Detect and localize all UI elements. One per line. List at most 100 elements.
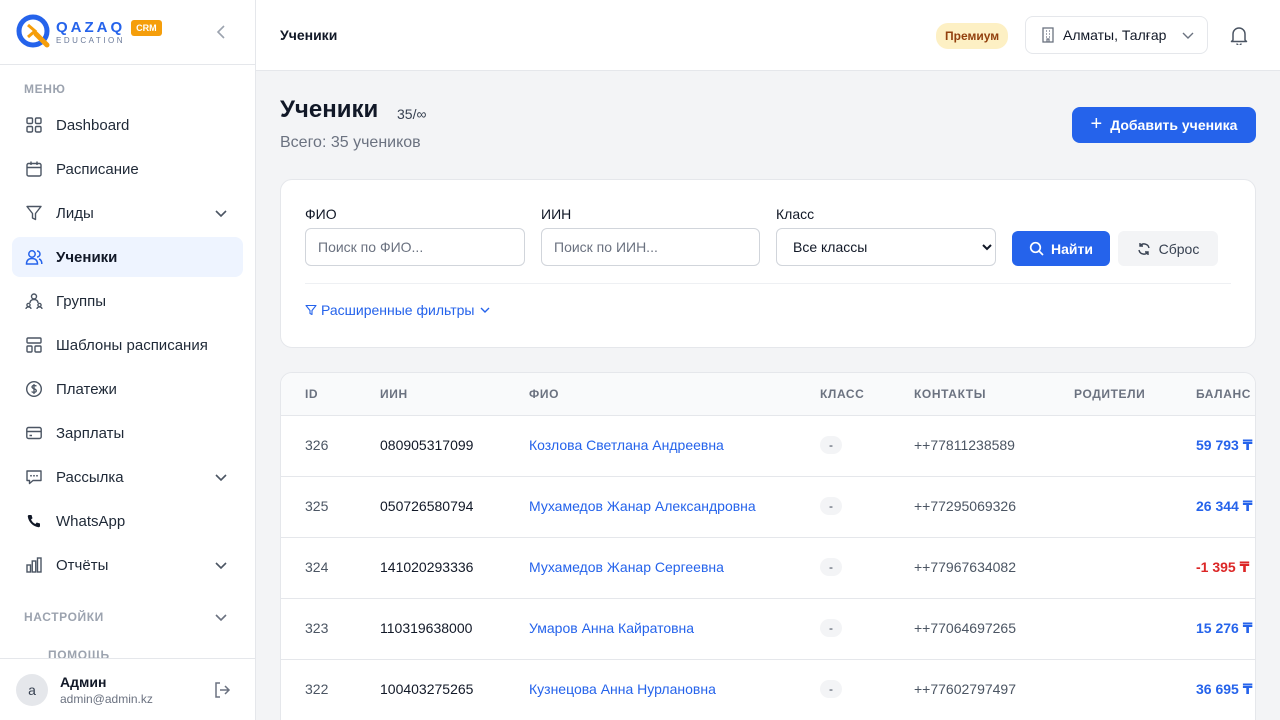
reset-label: Сброс — [1158, 240, 1200, 257]
building-icon — [1040, 27, 1056, 43]
find-button[interactable]: Найти — [1012, 231, 1110, 266]
sidebar-item-group[interactable]: Группы — [12, 281, 243, 321]
group-icon — [24, 291, 44, 311]
advanced-filters-label: Расширенные фильтры — [321, 302, 475, 318]
sidebar-item-phone[interactable]: WhatsApp — [12, 501, 243, 541]
collapse-sidebar-button[interactable] — [211, 22, 231, 42]
sidebar-item-calendar[interactable]: Расписание — [12, 149, 243, 189]
chevron-down-icon — [211, 467, 231, 487]
column-header[interactable]: КЛАСС — [820, 387, 864, 401]
sidebar-item-label: Ученики — [56, 248, 118, 266]
student-name-link[interactable]: Козлова Светлана Андреевна — [529, 437, 724, 453]
sidebar-item-chart[interactable]: Отчёты — [12, 545, 243, 585]
fio-search-input[interactable] — [305, 228, 525, 266]
sidebar-item-dollar[interactable]: Платежи — [12, 369, 243, 409]
advanced-filters-toggle[interactable]: Расширенные фильтры — [305, 302, 491, 318]
settings-section-label: НАСТРОЙКИ — [24, 610, 104, 624]
branch-label: Алматы, Талғар — [1063, 27, 1167, 43]
student-name-link[interactable]: Мухамедов Жанар Сергеевна — [529, 559, 724, 575]
funnel-icon — [24, 203, 44, 223]
user-name: Админ — [60, 673, 107, 690]
cell-id: 324 — [305, 559, 329, 575]
sidebar-item-grid[interactable]: Dashboard — [12, 105, 243, 145]
template-icon — [24, 335, 44, 355]
dollar-icon — [24, 379, 44, 399]
branch-selector[interactable]: Алматы, Талғар — [1025, 16, 1208, 54]
student-name-link[interactable]: Кузнецова Анна Нурлановна — [529, 681, 716, 697]
sidebar-item-card[interactable]: Зарплаты — [12, 413, 243, 453]
crm-badge: CRM — [131, 20, 162, 36]
filter-panel: ФИО ИИН Класс Все классы Найти Сброс Рас… — [280, 179, 1256, 348]
column-header[interactable]: ФИО — [529, 387, 559, 401]
student-name-link[interactable]: Умаров Анна Кайратовна — [529, 620, 694, 636]
cell-balance: 15 276 ₸ — [1196, 620, 1253, 636]
sidebar: QAZAQ EDUCATION CRM МЕНЮ Dashboard Распис… — [0, 0, 256, 720]
logo-name: QAZAQ — [56, 18, 126, 36]
search-icon — [1029, 241, 1044, 256]
table-row[interactable]: 326 080905317099 Козлова Светлана Андреевн… — [281, 416, 1255, 477]
cell-balance: 26 344 ₸ — [1196, 498, 1253, 514]
reset-button[interactable]: Сброс — [1118, 231, 1218, 266]
logout-icon[interactable] — [211, 679, 233, 701]
column-header[interactable]: БАЛАНС — [1196, 387, 1251, 401]
iin-search-input[interactable] — [541, 228, 760, 266]
table-row[interactable]: 325 050726580794 Мухамедов Жанар Александр… — [281, 477, 1255, 538]
sidebar-item-label: Расписание — [56, 160, 139, 178]
grid-icon — [24, 115, 44, 135]
iin-label: ИИН — [541, 206, 572, 222]
menu-section-label: МЕНЮ — [24, 82, 66, 96]
student-limit-count: 35/∞ — [397, 106, 427, 122]
table-row[interactable]: 324 141020293336 Мухамедов Жанар Сергеевна… — [281, 538, 1255, 599]
cell-iin: 141020293336 — [380, 559, 474, 575]
column-header[interactable]: ID — [305, 387, 318, 401]
avatar[interactable]: a — [16, 673, 48, 706]
filter-divider — [305, 283, 1231, 284]
student-name-link[interactable]: Мухамедов Жанар Александровна — [529, 498, 756, 514]
sidebar-item-funnel[interactable]: Лиды — [12, 193, 243, 233]
logo-text: QAZAQ EDUCATION — [56, 20, 125, 45]
cell-id: 323 — [305, 620, 329, 636]
chevron-down-icon — [1181, 28, 1195, 42]
find-label: Найти — [1051, 240, 1093, 257]
fio-label: ФИО — [305, 206, 337, 222]
table-row[interactable]: 323 110319638000 Умаров Анна Кайратовна - ++… — [281, 599, 1255, 660]
chart-icon — [24, 555, 44, 575]
cell-iin: 080905317099 — [380, 437, 474, 453]
refresh-icon — [1137, 242, 1151, 256]
cell-iin: 110319638000 — [380, 620, 473, 636]
sidebar-menu: Dashboard Расписание Лиды Ученики Группы Шабл… — [0, 105, 255, 585]
class-badge: - — [820, 558, 842, 576]
cell-balance: 36 695 ₸ — [1196, 681, 1253, 697]
column-header[interactable]: ИИН — [380, 387, 408, 401]
phone-icon — [24, 511, 44, 531]
chevron-down-icon — [479, 304, 491, 316]
cell-id: 326 — [305, 437, 329, 453]
sidebar-item-template[interactable]: Шаблоны расписания — [12, 325, 243, 365]
chevron-down-icon — [211, 607, 231, 632]
sidebar-item-users[interactable]: Ученики — [12, 237, 243, 277]
cell-contact: ++77064697265 — [914, 620, 1016, 636]
add-student-button[interactable]: + Добавить ученика — [1072, 107, 1256, 143]
header-title: Ученики — [280, 27, 338, 43]
sidebar-item-chat[interactable]: Рассылка — [12, 457, 243, 497]
sidebar-item-label: Отчёты — [56, 556, 109, 574]
calendar-icon — [24, 159, 44, 179]
cell-contact: ++77295069326 — [914, 498, 1016, 514]
settings-section-toggle[interactable]: НАСТРОЙКИ — [0, 604, 255, 630]
class-badge: - — [820, 619, 842, 637]
column-header[interactable]: КОНТАКТЫ — [914, 387, 986, 401]
filter-icon — [305, 304, 317, 316]
bell-icon[interactable] — [1228, 24, 1250, 46]
page-title: Ученики — [280, 96, 379, 123]
class-select[interactable]: Все классы — [776, 228, 996, 266]
cell-balance: 59 793 ₸ — [1196, 437, 1253, 453]
logo-icon — [16, 14, 52, 50]
sidebar-item-label: Зарплаты — [56, 424, 125, 442]
chevron-down-icon — [211, 203, 231, 223]
column-header[interactable]: РОДИТЕЛИ — [1074, 387, 1145, 401]
class-badge: - — [820, 436, 842, 454]
logo-bar: QAZAQ EDUCATION CRM — [0, 0, 255, 65]
sidebar-item-label: WhatsApp — [56, 512, 126, 530]
table-row[interactable]: 322 100403275265 Кузнецова Анна Нурлановна… — [281, 660, 1255, 720]
page-subtitle: Всего: 35 учеников — [280, 134, 421, 151]
